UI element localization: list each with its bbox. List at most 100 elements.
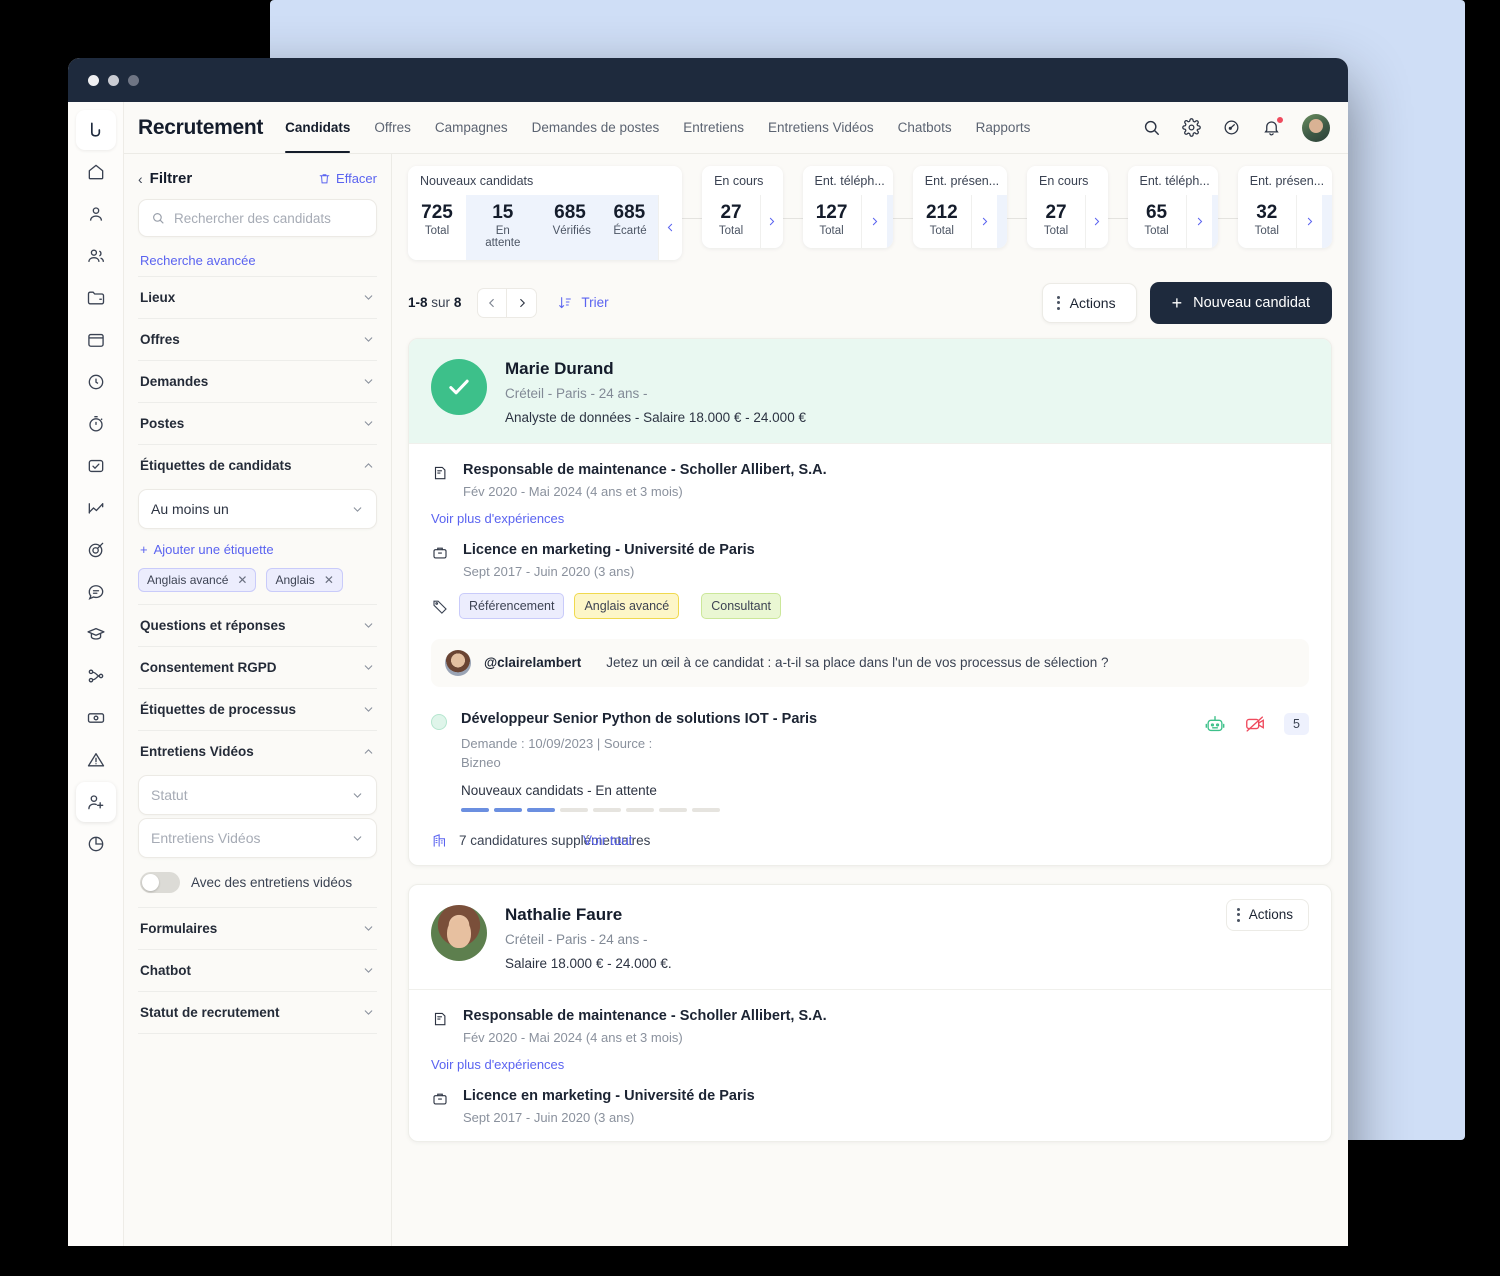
- funnel-card-nouveaux-candidats[interactable]: Nouveaux candidats 725 Total 15 En atten…: [408, 166, 683, 260]
- tab-chatbots[interactable]: Chatbots: [898, 102, 952, 153]
- home-icon[interactable]: [76, 152, 116, 192]
- more-experience-link[interactable]: Voir plus d'expériences: [431, 1057, 1309, 1072]
- chip[interactable]: Consultant: [701, 592, 782, 619]
- filter-section-statut-recrutement[interactable]: Statut de recrutement: [138, 991, 377, 1033]
- chevron-right-icon: [1095, 217, 1100, 226]
- video-status-select[interactable]: Statut: [138, 775, 377, 815]
- tag-chip[interactable]: Anglais ✕: [266, 568, 343, 592]
- chip[interactable]: Référencement: [459, 592, 565, 619]
- user-icon[interactable]: [76, 194, 116, 234]
- filter-section-entretiens-videos[interactable]: Entretiens Vidéos: [138, 730, 377, 772]
- candidate-name[interactable]: Nathalie Faure: [505, 905, 672, 925]
- filter-section-demandes[interactable]: Demandes: [138, 360, 377, 402]
- video-interview-select[interactable]: Entretiens Vidéos: [138, 818, 377, 858]
- funnel-card-ent-teleph-1[interactable]: Ent. téléph... 127 Total: [802, 166, 893, 248]
- new-candidate-button[interactable]: + Nouveau candidat: [1149, 281, 1332, 324]
- funnel-card-ent-presen-1[interactable]: Ent. présen... 212 Total: [912, 166, 1008, 248]
- search-icon[interactable]: [1142, 118, 1161, 137]
- close-icon[interactable]: ✕: [237, 573, 247, 587]
- filter-section-chatbot[interactable]: Chatbot: [138, 949, 377, 991]
- funnel-card-ent-teleph-2[interactable]: Ent. téléph... 65 Total: [1127, 166, 1218, 248]
- tab-candidats[interactable]: Candidats: [285, 102, 351, 153]
- candidate-role: Salaire 18.000 € - 24.000 €.: [505, 955, 672, 971]
- actions-button[interactable]: Actions: [1041, 282, 1137, 323]
- view-all-link[interactable]: Voir tout: [583, 833, 633, 848]
- filter-section-postes[interactable]: Postes: [138, 402, 377, 444]
- chat-icon[interactable]: [76, 572, 116, 612]
- funnel-next-button[interactable]: [760, 195, 783, 248]
- filter-section-etiquettes-processus[interactable]: Étiquettes de processus: [138, 688, 377, 730]
- collapse-chevron-icon[interactable]: ‹: [138, 172, 143, 186]
- graduation-cap-icon[interactable]: [76, 614, 116, 654]
- funnel-next-button[interactable]: [1085, 195, 1108, 248]
- alert-icon[interactable]: [76, 740, 116, 780]
- advanced-search-link[interactable]: Recherche avancée: [140, 253, 375, 268]
- tag-chip[interactable]: Anglais avancé ✕: [138, 568, 257, 592]
- chip[interactable]: Anglais avancé: [574, 592, 680, 619]
- avatar[interactable]: [1302, 113, 1330, 142]
- funnel-cell: 685 Vérifiés: [540, 195, 601, 260]
- user-plus-icon[interactable]: [75, 782, 116, 822]
- next-page-button[interactable]: [507, 287, 538, 318]
- candidate-card-marie-durand[interactable]: Marie Durand Créteil - Paris - 24 ans - …: [408, 337, 1332, 866]
- filter-section-etiquettes-candidats[interactable]: Étiquettes de candidats: [138, 444, 377, 486]
- filter-section-offres[interactable]: Offres: [138, 318, 377, 360]
- window-close-dot[interactable]: [88, 74, 99, 86]
- users-icon[interactable]: [76, 236, 116, 276]
- candidate-card-nathalie-faure[interactable]: Nathalie Faure Créteil - Paris - 24 ans …: [408, 883, 1332, 1142]
- funnel-next-button[interactable]: [1185, 195, 1212, 248]
- candidate-actions-button[interactable]: Actions: [1225, 898, 1309, 931]
- tag-match-select[interactable]: Au moins un: [138, 489, 377, 529]
- tab-rapports[interactable]: Rapports: [976, 102, 1031, 153]
- clock-icon[interactable]: [76, 362, 116, 402]
- candidate-name[interactable]: Marie Durand: [505, 359, 806, 379]
- chevron-down-icon: [351, 503, 364, 516]
- tab-demandes-de-postes[interactable]: Demandes de postes: [532, 102, 660, 153]
- funnel-next-button[interactable]: [860, 195, 887, 248]
- funnel-card-en-cours-1[interactable]: En cours 27 Total: [702, 166, 783, 248]
- tab-entretiens-videos[interactable]: Entretiens Vidéos: [768, 102, 874, 153]
- close-icon[interactable]: ✕: [324, 573, 334, 587]
- funnel-prev-button[interactable]: [658, 195, 683, 260]
- money-icon[interactable]: [76, 698, 116, 738]
- add-tag-button[interactable]: + Ajouter une étiquette: [140, 542, 375, 557]
- process-title[interactable]: Développeur Senior Python de solutions I…: [461, 711, 1190, 727]
- funnel-card-en-cours-2[interactable]: En cours 27 Total: [1027, 166, 1108, 248]
- target-icon[interactable]: [76, 530, 116, 570]
- stopwatch-icon[interactable]: [76, 404, 116, 444]
- folder-icon[interactable]: [76, 278, 116, 318]
- search-input[interactable]: [174, 210, 364, 226]
- chevron-down-icon: [362, 661, 375, 674]
- filter-section-questions-reponses[interactable]: Questions et réponses: [138, 604, 377, 646]
- chart-line-icon[interactable]: [76, 488, 116, 528]
- tab-campagnes[interactable]: Campagnes: [435, 102, 508, 153]
- more-applications-row[interactable]: 7 candidatures supplémentaires Voir tout: [431, 832, 1309, 849]
- funnel-next-button[interactable]: [970, 195, 997, 248]
- search-candidates-box[interactable]: [138, 199, 377, 237]
- workflow-icon[interactable]: [76, 656, 116, 696]
- sort-button[interactable]: Trier: [557, 295, 609, 311]
- pie-chart-icon[interactable]: [76, 824, 116, 864]
- check-square-icon[interactable]: [76, 446, 116, 486]
- filter-section-lieux[interactable]: Lieux: [138, 276, 377, 318]
- more-experience-link[interactable]: Voir plus d'expériences: [431, 511, 1309, 526]
- app-logo-icon[interactable]: [75, 110, 116, 150]
- tab-entretiens[interactable]: Entretiens: [683, 102, 744, 153]
- with-video-interviews-toggle[interactable]: [140, 872, 180, 893]
- clear-filters-button[interactable]: Effacer: [318, 171, 377, 186]
- window-maximize-dot[interactable]: [128, 74, 139, 86]
- video-off-icon[interactable]: [1244, 713, 1266, 735]
- gear-icon[interactable]: [1182, 118, 1201, 137]
- funnel-card-ent-presen-2[interactable]: Ent. présen... 32 Total: [1237, 166, 1332, 248]
- funnel-next-button[interactable]: [1295, 195, 1322, 248]
- note-username[interactable]: @clairelambert: [484, 655, 581, 670]
- robot-icon[interactable]: [1204, 713, 1226, 735]
- filter-section-formulaires[interactable]: Formulaires: [138, 907, 377, 949]
- window-minimize-dot[interactable]: [108, 74, 119, 86]
- speedometer-icon[interactable]: [1222, 118, 1241, 137]
- prev-page-button[interactable]: [477, 287, 508, 318]
- filter-section-consentement-rgpd[interactable]: Consentement RGPD: [138, 646, 377, 688]
- tab-offres[interactable]: Offres: [374, 102, 411, 153]
- calendar-icon[interactable]: [76, 320, 116, 360]
- bell-icon[interactable]: [1262, 116, 1284, 137]
